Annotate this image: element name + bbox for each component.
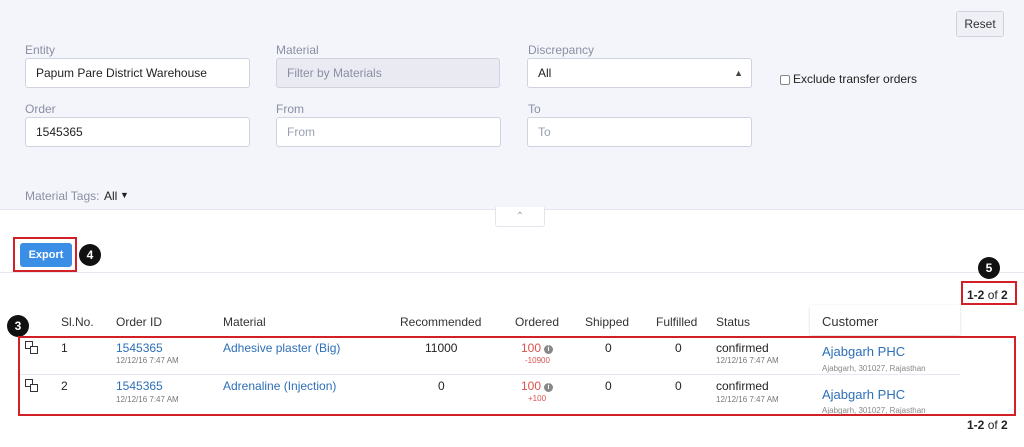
pager-range: 1-2 xyxy=(967,418,985,432)
row1-ordered: 100 i xyxy=(521,341,554,355)
row1-ordered-value: 100 xyxy=(521,341,542,355)
order-label: Order xyxy=(25,102,56,116)
row2-ordered-diff: +100 xyxy=(528,394,547,403)
row1-ordered-diff: -10900 xyxy=(525,356,550,365)
material-label: Material xyxy=(276,43,319,57)
caret-down-icon[interactable]: ▼ xyxy=(120,190,129,200)
row1-customer-link[interactable]: Ajabgarh PHC xyxy=(822,344,905,359)
discrepancy-select[interactable]: All ▲ xyxy=(527,58,752,88)
from-label: From xyxy=(276,102,304,116)
header-shipped: Shipped xyxy=(585,315,630,329)
header-recommended: Recommended xyxy=(400,315,482,329)
row2-status-date: 12/12/16 7:47 AM xyxy=(716,395,779,404)
row1-status: confirmed xyxy=(716,341,769,355)
header-order-id: Order ID xyxy=(116,315,163,329)
pager-of: of xyxy=(987,288,998,302)
pager-total: 2 xyxy=(1001,418,1008,432)
row1-customer-address: Ajabgarh, 301027, Rajasthan xyxy=(822,364,926,373)
row1-slno: 1 xyxy=(61,341,68,355)
export-button[interactable]: Export xyxy=(20,243,72,267)
row2-customer-address: Ajabgarh, 301027, Rajasthan xyxy=(822,406,926,415)
row2-material-link[interactable]: Adrenaline (Injection) xyxy=(223,379,336,393)
filter-panel xyxy=(0,0,1024,210)
row2-ordered-value: 100 xyxy=(521,379,542,393)
exclude-transfer-checkbox[interactable] xyxy=(780,75,790,85)
row2-shipped: 0 xyxy=(605,379,612,393)
header-status: Status xyxy=(716,315,751,329)
row-divider xyxy=(20,374,960,375)
annotation-badge-5: 5 xyxy=(978,257,1000,279)
info-icon[interactable]: i xyxy=(544,345,554,354)
annotation-badge-3: 3 xyxy=(7,315,29,337)
entity-field[interactable]: Papum Pare District Warehouse xyxy=(25,58,250,88)
to-label: To xyxy=(528,102,541,116)
row1-order-date: 12/12/16 7:47 AM xyxy=(116,356,179,365)
entity-label: Entity xyxy=(25,43,56,57)
header-slno: Sl.No. xyxy=(61,315,94,329)
pagination-top: 1-2 of 2 xyxy=(967,288,1008,302)
pager-range: 1-2 xyxy=(967,288,985,302)
header-fulfilled: Fulfilled xyxy=(656,315,698,329)
header-ordered: Ordered xyxy=(515,315,560,329)
pagination-bottom: 1-2 of 2 xyxy=(967,418,1008,432)
exclude-transfer-label: Exclude transfer orders xyxy=(793,72,918,86)
to-date-input[interactable]: To xyxy=(527,117,752,147)
row2-order-date: 12/12/16 7:47 AM xyxy=(116,395,179,404)
copy-icon[interactable] xyxy=(25,379,41,393)
row2-recommended: 0 xyxy=(438,379,445,393)
from-date-input[interactable]: From xyxy=(276,117,501,147)
row2-ordered: 100 i xyxy=(521,379,554,393)
row2-status: confirmed xyxy=(716,379,769,393)
row2-customer-link[interactable]: Ajabgarh PHC xyxy=(822,387,905,402)
header-customer: Customer xyxy=(822,314,879,329)
row2-slno: 2 xyxy=(61,379,68,393)
pager-of: of xyxy=(987,418,998,432)
material-tags-label: Material Tags: xyxy=(25,189,100,203)
row1-status-date: 12/12/16 7:47 AM xyxy=(716,356,779,365)
reset-button[interactable]: Reset xyxy=(956,11,1004,37)
row1-material-link[interactable]: Adhesive plaster (Big) xyxy=(223,341,340,355)
row1-fulfilled: 0 xyxy=(675,341,682,355)
row1-order-link[interactable]: 1545365 xyxy=(116,341,163,355)
copy-icon[interactable] xyxy=(25,341,41,355)
annotation-badge-4: 4 xyxy=(79,244,101,266)
row1-shipped: 0 xyxy=(605,341,612,355)
row2-order-link[interactable]: 1545365 xyxy=(116,379,163,393)
row1-recommended: 11000 xyxy=(425,341,458,355)
info-icon[interactable]: i xyxy=(544,383,554,392)
material-tags-dropdown[interactable]: All xyxy=(104,189,117,203)
select-arrows-icon: ▲ xyxy=(734,68,743,78)
order-field[interactable]: 1545365 xyxy=(25,117,250,147)
header-material: Material xyxy=(223,315,266,329)
collapse-filters-toggle[interactable]: ⌃ xyxy=(495,207,545,227)
discrepancy-label: Discrepancy xyxy=(528,43,595,57)
divider xyxy=(0,272,1024,273)
pager-total: 2 xyxy=(1001,288,1008,302)
discrepancy-value: All xyxy=(538,66,552,80)
chevron-up-icon: ⌃ xyxy=(515,211,525,222)
material-filter-input[interactable]: Filter by Materials xyxy=(276,58,500,88)
row2-fulfilled: 0 xyxy=(675,379,682,393)
